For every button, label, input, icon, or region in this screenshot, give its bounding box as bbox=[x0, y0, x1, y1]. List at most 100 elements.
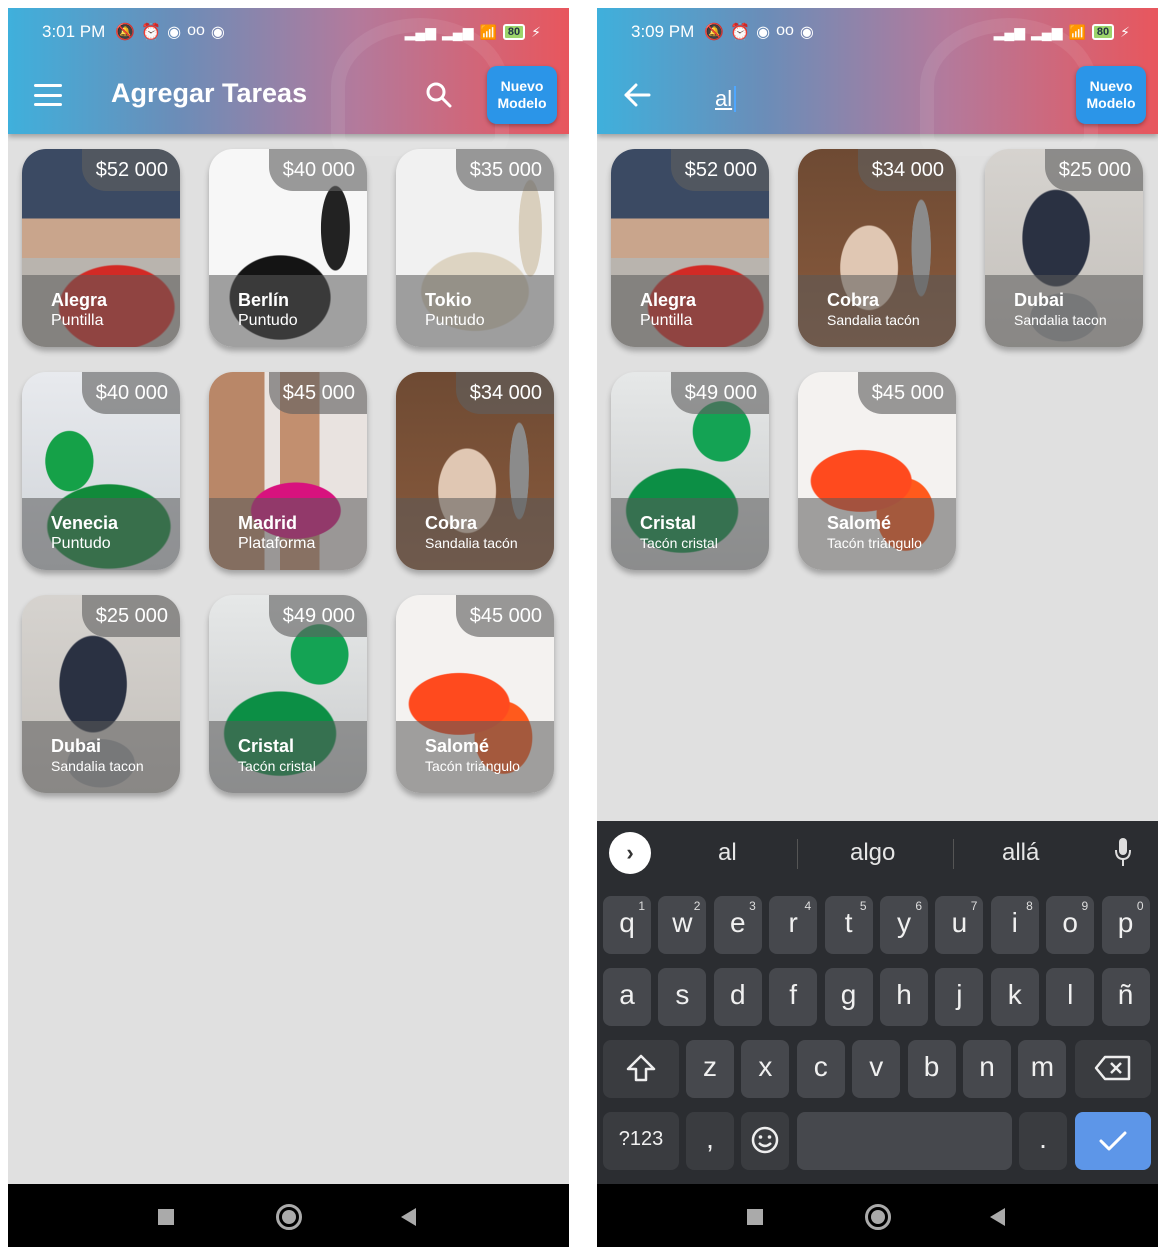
letter-key[interactable]: d bbox=[713, 968, 762, 1026]
alarm-icon: ⏰ bbox=[730, 24, 751, 41]
price-badge: $25 000 bbox=[81, 595, 180, 637]
key-hint: 1 bbox=[638, 899, 645, 913]
letter-key[interactable]: r4 bbox=[769, 896, 818, 954]
price-badge: $49 000 bbox=[670, 372, 769, 414]
key-label: s bbox=[675, 979, 690, 1010]
letter-key[interactable]: n bbox=[963, 1040, 1011, 1098]
key-hint: 7 bbox=[970, 899, 978, 913]
product-description: Sandalia tacon bbox=[51, 758, 144, 774]
letter-key[interactable]: z bbox=[686, 1040, 734, 1098]
expand-toolbar-icon[interactable]: › bbox=[609, 832, 651, 874]
product-card[interactable]: $45 000 Madrid Plataforma bbox=[209, 372, 367, 570]
letter-key[interactable]: l bbox=[1046, 968, 1095, 1026]
suggestion-strip: › al algo allá bbox=[597, 821, 1158, 885]
right-screen: 3:09 PM 🔕 ⏰ ◉ oo ◉ ▂▄▆ ▂▄▆ 📶 80 ⚡ al Nue… bbox=[597, 8, 1158, 1247]
key-label: a bbox=[619, 979, 635, 1010]
symbols-key[interactable]: ?123 bbox=[603, 1112, 679, 1170]
letter-key[interactable]: t5 bbox=[824, 896, 873, 954]
key-label: c bbox=[813, 1051, 828, 1082]
card-info: Dubai Sandalia tacon bbox=[985, 275, 1143, 347]
letter-key[interactable]: x bbox=[741, 1040, 790, 1098]
product-description: Tacón cristal bbox=[238, 758, 316, 774]
key-label: p bbox=[1117, 907, 1134, 938]
letter-key[interactable]: q1 bbox=[603, 896, 651, 954]
key-label: b bbox=[923, 1051, 940, 1082]
product-card[interactable]: $34 000 Cobra Sandalia tacón bbox=[396, 372, 554, 570]
product-name: Alegra bbox=[51, 290, 108, 310]
back-nav-button[interactable] bbox=[990, 1208, 1005, 1226]
recents-button[interactable] bbox=[747, 1209, 763, 1225]
new-model-button[interactable]: Nuevo Modelo bbox=[1076, 66, 1146, 124]
status-notification-icons: 🔕 ⏰ ◉ oo ◉ bbox=[115, 22, 225, 42]
search-icon[interactable] bbox=[426, 82, 452, 108]
suggestion-item[interactable]: al bbox=[718, 839, 737, 867]
product-card[interactable]: $52 000 Alegra Puntilla bbox=[611, 149, 769, 347]
back-nav-button[interactable] bbox=[401, 1208, 416, 1226]
key-label: r bbox=[788, 907, 798, 938]
letter-key[interactable]: w2 bbox=[658, 896, 707, 954]
letter-key[interactable]: b bbox=[907, 1040, 956, 1098]
suggestion-item[interactable]: allá bbox=[1002, 839, 1039, 867]
product-card[interactable]: $40 000 Venecia Puntudo bbox=[22, 372, 180, 570]
app-bar: Agregar Tareas Nuevo Modelo bbox=[8, 56, 569, 134]
enter-key[interactable] bbox=[1075, 1112, 1151, 1170]
letter-key[interactable]: f bbox=[769, 968, 818, 1026]
product-description: Tacón triángulo bbox=[425, 758, 520, 774]
key-label: q bbox=[619, 907, 635, 938]
product-description: Puntudo bbox=[51, 535, 111, 552]
letter-key[interactable]: i8 bbox=[990, 896, 1039, 954]
letter-key[interactable]: j bbox=[935, 968, 984, 1026]
key-label: x bbox=[758, 1051, 773, 1082]
menu-icon[interactable] bbox=[34, 84, 62, 106]
alarm-icon: ⏰ bbox=[141, 24, 162, 41]
product-card[interactable]: $45 000 Salomé Tacón triángulo bbox=[396, 595, 554, 793]
space-key[interactable] bbox=[797, 1112, 1012, 1170]
product-card[interactable]: $45 000 Salomé Tacón triángulo bbox=[798, 372, 956, 570]
product-name: Berlín bbox=[238, 290, 290, 310]
emoji-key[interactable] bbox=[741, 1112, 789, 1170]
shift-key[interactable] bbox=[603, 1040, 679, 1098]
letter-key[interactable]: e3 bbox=[713, 896, 762, 954]
card-info: Berlín Puntudo bbox=[209, 275, 367, 347]
letter-key[interactable]: g bbox=[824, 968, 873, 1026]
home-button[interactable] bbox=[276, 1204, 302, 1230]
product-card[interactable]: $25 000 Dubai Sandalia tacon bbox=[22, 595, 180, 793]
product-description: Plataforma bbox=[238, 535, 316, 552]
key-label: e bbox=[730, 907, 746, 938]
product-card[interactable]: $40 000 Berlín Puntudo bbox=[209, 149, 367, 347]
price-badge: $34 000 bbox=[455, 372, 554, 414]
card-info: Salomé Tacón triángulo bbox=[798, 498, 956, 570]
letter-key[interactable]: a bbox=[603, 968, 651, 1026]
price-badge: $52 000 bbox=[81, 149, 180, 191]
letter-key[interactable]: c bbox=[796, 1040, 845, 1098]
app-notification-icon: ◉ bbox=[167, 24, 182, 41]
product-card[interactable]: $52 000 Alegra Puntilla bbox=[22, 149, 180, 347]
period-key[interactable]: . bbox=[1019, 1112, 1067, 1170]
wifi-icon: 📶 bbox=[479, 23, 497, 40]
new-model-button[interactable]: Nuevo Modelo bbox=[487, 66, 557, 124]
letter-key[interactable]: y6 bbox=[880, 896, 928, 954]
backspace-key[interactable] bbox=[1075, 1040, 1151, 1098]
home-button[interactable] bbox=[865, 1204, 891, 1230]
letter-key[interactable]: ñ bbox=[1101, 968, 1150, 1026]
comma-key[interactable]: , bbox=[686, 1112, 734, 1170]
letter-key[interactable]: o9 bbox=[1046, 896, 1095, 954]
microphone-icon[interactable] bbox=[1115, 837, 1131, 867]
product-card[interactable]: $35 000 Tokio Puntudo bbox=[396, 149, 554, 347]
letter-key[interactable]: k bbox=[990, 968, 1039, 1026]
back-arrow-icon[interactable] bbox=[623, 82, 651, 108]
letter-key[interactable]: v bbox=[852, 1040, 901, 1098]
letter-key[interactable]: m bbox=[1018, 1040, 1067, 1098]
product-card[interactable]: $25 000 Dubai Sandalia tacon bbox=[985, 149, 1143, 347]
product-card[interactable]: $49 000 Cristal Tacón cristal bbox=[209, 595, 367, 793]
product-card[interactable]: $49 000 Cristal Tacón cristal bbox=[611, 372, 769, 570]
app-bar: al Nuevo Modelo bbox=[597, 56, 1158, 134]
letter-key[interactable]: u7 bbox=[935, 896, 984, 954]
product-card[interactable]: $34 000 Cobra Sandalia tacón bbox=[798, 149, 956, 347]
letter-key[interactable]: p0 bbox=[1101, 896, 1150, 954]
letter-key[interactable]: h bbox=[880, 968, 928, 1026]
search-input[interactable]: al bbox=[715, 86, 737, 112]
letter-key[interactable]: s bbox=[658, 968, 707, 1026]
suggestion-item[interactable]: algo bbox=[850, 839, 895, 867]
recents-button[interactable] bbox=[158, 1209, 174, 1225]
